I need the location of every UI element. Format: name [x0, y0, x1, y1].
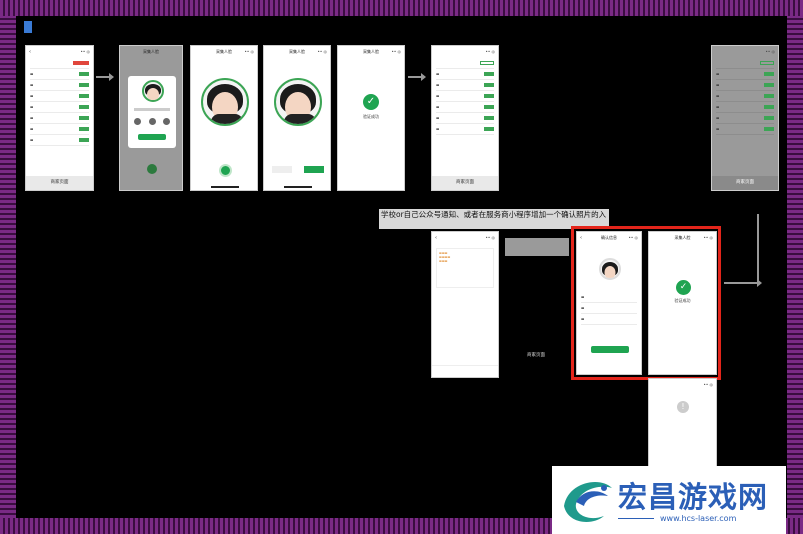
- list-row: [30, 58, 89, 69]
- screen-title: 采集人脸 •• ◎: [674, 235, 714, 240]
- screen-title: •• ◎: [703, 382, 713, 387]
- screen-title: ‹ •• ◎: [435, 235, 495, 241]
- screen-title: ‹ 确认信息 •• ◎: [580, 235, 638, 241]
- consent-dialog: [128, 76, 176, 148]
- confirm-button[interactable]: [304, 166, 324, 173]
- screen-title: •• ◎: [765, 49, 775, 54]
- screen-title: •• ◎: [485, 49, 495, 54]
- screen-title: 采集人脸 •• ◎: [289, 49, 327, 54]
- dragon-logo-icon: [564, 482, 612, 522]
- avatar-icon: [142, 80, 164, 102]
- success-text: 验证成功: [363, 114, 379, 119]
- watermark-title: 宏昌游戏网: [618, 480, 769, 514]
- success-text: 验证成功: [674, 298, 691, 303]
- watermark: 宏昌游戏网 www.hcs-laser.com: [552, 466, 786, 534]
- screen-error: •• ◎ !: [648, 378, 717, 470]
- list-row: ▬: [30, 124, 89, 135]
- list-snippet: [505, 238, 569, 256]
- face-preview: [201, 78, 249, 126]
- face-thumb: [599, 258, 621, 280]
- screen-success-2: 采集人脸 •• ◎ ✓ 验证成功: [648, 231, 717, 375]
- frame-top: [0, 0, 803, 16]
- screen-list-3: •• ◎ ▬ ▬ ▬ ▬ ▬ ▬ 商家页面: [711, 45, 779, 191]
- screen-title: 采集人脸: [143, 49, 159, 54]
- notice-menu[interactable]: [432, 365, 498, 377]
- screen-notice: ‹ •• ◎ ▬▬▬ ▬▬▬▬ ▬▬▬: [431, 231, 499, 378]
- screen-success: 采集人脸 •• ◎ ✓ 验证成功: [337, 45, 405, 191]
- face-preview: [274, 78, 322, 126]
- list-row: ▬: [30, 91, 89, 102]
- notice-card: ▬▬▬ ▬▬▬▬ ▬▬▬: [436, 248, 494, 288]
- list-row: ▬: [30, 69, 89, 80]
- start-button[interactable]: [138, 134, 166, 140]
- flow-arrow: [408, 73, 426, 81]
- list-row: ▬: [30, 113, 89, 124]
- screen-confirm-info: ‹ 确认信息 •• ◎ ▬ ▬ ▬: [576, 231, 642, 375]
- capture-button[interactable]: [147, 164, 157, 174]
- bottom-bar: 商家页面: [26, 176, 93, 190]
- success-check-icon: ✓: [676, 280, 691, 295]
- list-row: ▬: [30, 102, 89, 113]
- flow-connector: [757, 214, 759, 284]
- screen-consent: 采集人脸: [119, 45, 183, 191]
- frame-left: [0, 16, 16, 518]
- list-row: ▬: [30, 135, 89, 146]
- merchant-label: 商家页面: [527, 353, 545, 358]
- flow-arrow: [724, 279, 762, 287]
- frame-right: [787, 16, 803, 518]
- screen-list-2: •• ◎ ▬ ▬ ▬ ▬ ▬ ▬ 商家页面: [431, 45, 499, 191]
- caption-line-2: 学校or自己公众号通知、或者在服务商小程序增加一个确认照片的入: [381, 210, 607, 219]
- screen-list-1: ‹ •• ◎ ▬ ▬ ▬ ▬ ▬ ▬ ▬ 商家页面: [25, 45, 94, 191]
- screen-title: ‹ •• ◎: [29, 49, 90, 55]
- bottom-bar: 商家页面: [712, 176, 778, 190]
- watermark-url: www.hcs-laser.com: [660, 514, 737, 523]
- warning-icon: !: [677, 401, 689, 413]
- bottom-bar: 商家页面: [432, 176, 498, 190]
- screen-title: 采集人脸 •• ◎: [363, 49, 401, 54]
- screen-face-confirm: 采集人脸 •• ◎: [263, 45, 331, 191]
- tips-icons: [134, 118, 170, 126]
- flow-tag: [24, 21, 32, 33]
- shutter-button[interactable]: [219, 164, 232, 177]
- list-row: ▬: [30, 80, 89, 91]
- flow-arrow: [96, 73, 114, 81]
- screen-face-capture: 采集人脸 •• ◎: [190, 45, 258, 191]
- screen-title: 采集人脸 •• ◎: [216, 49, 254, 54]
- success-check-icon: ✓: [363, 94, 379, 110]
- confirm-submit-button[interactable]: [591, 346, 629, 353]
- retake-button[interactable]: [272, 166, 292, 173]
